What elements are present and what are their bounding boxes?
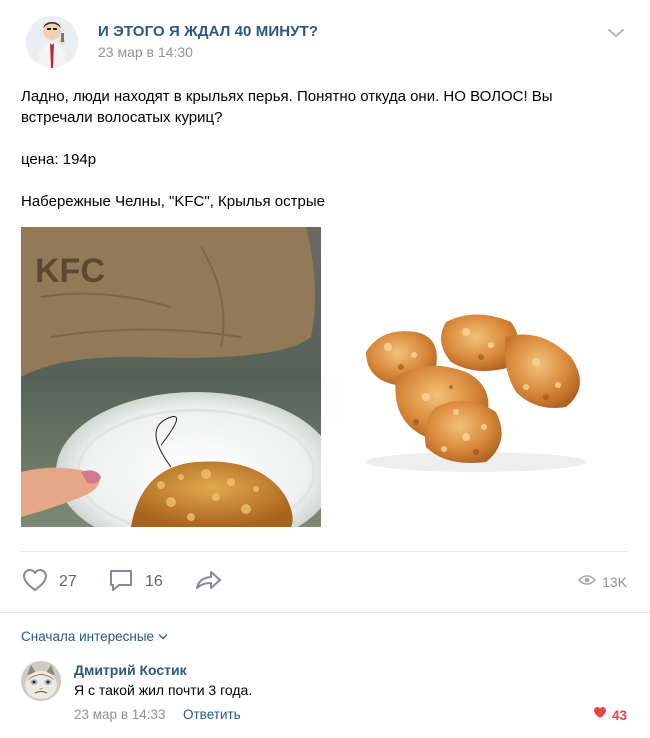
chevron-down-icon[interactable] xyxy=(606,26,626,40)
post-actions: 27 16 13K xyxy=(21,566,627,598)
comment-icon xyxy=(107,566,135,599)
heart-icon xyxy=(21,567,49,598)
share-arrow-icon xyxy=(193,566,225,599)
post-header: И ЭТОГО Я ЖДАЛ 40 МИНУТ? 23 мар в 14:30 xyxy=(20,14,630,74)
comment-count: 16 xyxy=(145,573,163,590)
comment-item: Дмитрий Костик Я с такой жил почти 3 год… xyxy=(21,660,631,730)
post-text: Ладно, люди находят в крыльях перья. Пон… xyxy=(21,86,621,212)
photo-chicken-with-hair[interactable]: KFC xyxy=(21,227,321,527)
group-avatar[interactable] xyxy=(26,16,78,68)
heart-filled-icon xyxy=(593,706,607,724)
comment-like-count: 43 xyxy=(611,707,627,723)
like-count: 27 xyxy=(59,573,77,590)
kfc-bag-logo: KFC xyxy=(35,252,105,290)
like-button[interactable]: 27 xyxy=(21,566,77,598)
cat-avatar-image xyxy=(21,661,61,701)
comment-like-button[interactable]: 43 xyxy=(593,706,627,724)
chevron-down-icon xyxy=(158,633,168,639)
comments-sort-label: Сначала интересные xyxy=(21,629,155,644)
group-avatar-image xyxy=(26,16,78,68)
share-button[interactable] xyxy=(193,566,225,598)
comments-sort-dropdown[interactable]: Сначала интересные xyxy=(21,629,168,644)
eye-icon xyxy=(577,573,597,592)
comment-text: Я с такой жил почти 3 года. xyxy=(74,682,253,698)
divider xyxy=(21,551,627,552)
divider xyxy=(0,612,650,613)
views-counter: 13K xyxy=(577,566,627,598)
comment-avatar[interactable] xyxy=(21,661,61,701)
photo-fried-chicken[interactable] xyxy=(326,227,626,527)
comment-author[interactable]: Дмитрий Костик xyxy=(74,662,187,678)
comment-date[interactable]: 23 мар в 14:33 xyxy=(74,707,166,722)
views-count: 13K xyxy=(602,574,627,590)
post-location: Набережные Челны, "KFC", Крылья острые xyxy=(21,193,325,210)
post-date[interactable]: 23 мар в 14:30 xyxy=(98,44,193,60)
comment-button[interactable]: 16 xyxy=(107,566,163,598)
post-text-line: Ладно, люди находят в крыльях перья. Пон… xyxy=(21,88,553,105)
post-price: цена: 194р xyxy=(21,151,97,168)
post-text-line: встречали волосатых куриц? xyxy=(21,109,223,126)
group-name[interactable]: И ЭТОГО Я ЖДАЛ 40 МИНУТ? xyxy=(98,23,318,40)
reply-button[interactable]: Ответить xyxy=(183,707,241,722)
